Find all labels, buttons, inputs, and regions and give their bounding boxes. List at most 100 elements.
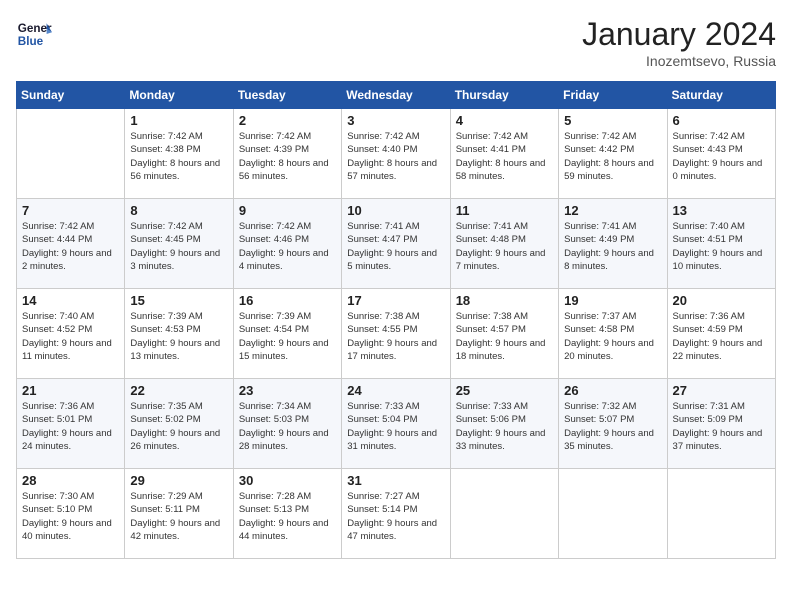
week-row-1: 1Sunrise: 7:42 AMSunset: 4:38 PMDaylight… [17, 109, 776, 199]
day-number: 12 [564, 203, 661, 218]
day-cell: 13 Sunrise: 7:40 AMSunset: 4:51 PMDayligh… [667, 199, 775, 289]
daylight-label: Daylight: 9 hours and 26 minutes. [130, 428, 220, 452]
daylight-label: Daylight: 9 hours and 28 minutes. [239, 428, 329, 452]
day-cell [450, 469, 558, 559]
sunrise-text: Sunrise: 7:33 AM [456, 401, 528, 412]
day-number: 19 [564, 293, 661, 308]
daylight-label: Daylight: 9 hours and 24 minutes. [22, 428, 112, 452]
day-cell: 31Sunrise: 7:27 AMSunset: 5:14 PMDayligh… [342, 469, 450, 559]
sunset-text: Sunset: 4:54 PM [239, 324, 309, 335]
sunrise-text: Sunrise: 7:41 AM [456, 221, 528, 232]
sunset-text: Sunset: 4:52 PM [22, 324, 92, 335]
day-cell: 30 Sunrise: 7:28 AMSunset: 5:13 PMDayligh… [233, 469, 341, 559]
week-row-2: 7 Sunrise: 7:42 AM Sunset: 4:44 PM Daylight… [17, 199, 776, 289]
sunrise-text: Sunrise: 7:29 AM [130, 491, 202, 502]
sunrise-text: Sunrise: 7:38 AM [456, 311, 528, 322]
day-number: 30 [239, 473, 336, 488]
logo: General Blue [16, 16, 52, 52]
week-row-5: 28Sunrise: 7:30 AMSunset: 5:10 PMDayligh… [17, 469, 776, 559]
day-info: Sunrise: 7:38 AMSunset: 4:57 PMDaylight:… [456, 310, 553, 363]
day-info: Sunrise: 7:42 AMSunset: 4:46 PMDaylight:… [239, 220, 336, 273]
day-info: Sunrise: 7:38 AMSunset: 4:55 PMDaylight:… [347, 310, 444, 363]
day-number: 18 [456, 293, 553, 308]
day-info: Sunrise: 7:42 AMSunset: 4:39 PMDaylight:… [239, 130, 336, 183]
daylight-label: Daylight: 9 hours and 7 minutes. [456, 248, 546, 272]
day-info: Sunrise: 7:36 AMSunset: 5:01 PMDaylight:… [22, 400, 119, 453]
day-cell: 24Sunrise: 7:33 AMSunset: 5:04 PMDayligh… [342, 379, 450, 469]
sunset-text: Sunset: 5:04 PM [347, 414, 417, 425]
daylight-label: Daylight: 9 hours and 31 minutes. [347, 428, 437, 452]
day-cell: 6 Sunrise: 7:42 AMSunset: 4:43 PMDaylight… [667, 109, 775, 199]
sunrise-text: Sunrise: 7:34 AM [239, 401, 311, 412]
week-row-4: 21Sunrise: 7:36 AMSunset: 5:01 PMDayligh… [17, 379, 776, 469]
day-info: Sunrise: 7:34 AMSunset: 5:03 PMDaylight:… [239, 400, 336, 453]
sunrise-text: Sunrise: 7:39 AM [130, 311, 202, 322]
sunrise-text: Sunrise: 7:31 AM [673, 401, 745, 412]
calendar-table: SundayMondayTuesdayWednesdayThursdayFrid… [16, 81, 776, 559]
daylight-label: Daylight: 8 hours and 56 minutes. [239, 158, 329, 182]
day-info: Sunrise: 7:40 AMSunset: 4:51 PMDaylight:… [673, 220, 770, 273]
day-cell: 20Sunrise: 7:36 AMSunset: 4:59 PMDayligh… [667, 289, 775, 379]
daylight-label: Daylight: 9 hours and 15 minutes. [239, 338, 329, 362]
sunrise-text: Sunrise: 7:42 AM [22, 221, 94, 232]
daylight-label: Daylight: 9 hours and 4 minutes. [239, 248, 329, 272]
day-number: 14 [22, 293, 119, 308]
sunrise-text: Sunrise: 7:42 AM [130, 221, 202, 232]
day-number: 22 [130, 383, 227, 398]
day-number: 2 [239, 113, 336, 128]
sunrise-text: Sunrise: 7:39 AM [239, 311, 311, 322]
sunrise-text: Sunrise: 7:40 AM [22, 311, 94, 322]
day-number: 7 [22, 203, 119, 218]
day-info: Sunrise: 7:28 AMSunset: 5:13 PMDaylight:… [239, 490, 336, 543]
weekday-header-tuesday: Tuesday [233, 82, 341, 109]
daylight-label: Daylight: 9 hours and 8 minutes. [564, 248, 654, 272]
day-number: 6 [673, 113, 770, 128]
day-info: Sunrise: 7:39 AMSunset: 4:53 PMDaylight:… [130, 310, 227, 363]
day-cell: 12 Sunrise: 7:41 AM Sunset: 4:49 PM Dayligh… [559, 199, 667, 289]
day-cell: 22 Sunrise: 7:35 AMSunset: 5:02 PMDayligh… [125, 379, 233, 469]
sunrise-text: Sunrise: 7:41 AM [347, 221, 419, 232]
day-cell: 26Sunrise: 7:32 AMSunset: 5:07 PMDayligh… [559, 379, 667, 469]
sunset-text: Sunset: 4:51 PM [673, 234, 743, 245]
sunset-text: Sunset: 4:59 PM [673, 324, 743, 335]
sunset-text: Sunset: 4:39 PM [239, 144, 309, 155]
day-number: 28 [22, 473, 119, 488]
day-cell: 18 Sunrise: 7:38 AMSunset: 4:57 PMDayligh… [450, 289, 558, 379]
day-cell [559, 469, 667, 559]
sunrise-text: Sunrise: 7:42 AM [130, 131, 202, 142]
sunset-text: Sunset: 4:47 PM [347, 234, 417, 245]
day-info: Sunrise: 7:42 AMSunset: 4:45 PMDaylight:… [130, 220, 227, 273]
day-number: 29 [130, 473, 227, 488]
sunset-text: Sunset: 4:44 PM [22, 234, 92, 245]
daylight-label: Daylight: 9 hours and 11 minutes. [22, 338, 112, 362]
location: Inozemtsevo, Russia [582, 53, 776, 69]
day-cell: 14 Sunrise: 7:40 AM Sunset: 4:52 PM Dayligh… [17, 289, 125, 379]
sunset-text: Sunset: 4:49 PM [564, 234, 634, 245]
sunset-text: Sunset: 5:10 PM [22, 504, 92, 515]
day-number: 13 [673, 203, 770, 218]
day-cell: 9Sunrise: 7:42 AMSunset: 4:46 PMDaylight… [233, 199, 341, 289]
day-number: 26 [564, 383, 661, 398]
sunset-text: Sunset: 4:58 PM [564, 324, 634, 335]
sunset-text: Sunset: 4:41 PM [456, 144, 526, 155]
sunrise-text: Sunrise: 7:42 AM [239, 221, 311, 232]
daylight-label: Daylight: 9 hours and 37 minutes. [673, 428, 763, 452]
daylight-label: Daylight: 9 hours and 13 minutes. [130, 338, 220, 362]
day-info: Sunrise: 7:42 AMSunset: 4:41 PMDaylight:… [456, 130, 553, 183]
sunrise-text: Sunrise: 7:41 AM [564, 221, 636, 232]
day-number: 24 [347, 383, 444, 398]
day-cell [667, 469, 775, 559]
daylight-label: Daylight: 9 hours and 22 minutes. [673, 338, 763, 362]
sunrise-text: Sunrise: 7:36 AM [22, 401, 94, 412]
sunrise-text: Sunrise: 7:27 AM [347, 491, 419, 502]
daylight-label: Daylight: 8 hours and 57 minutes. [347, 158, 437, 182]
daylight-label: Daylight: 9 hours and 47 minutes. [347, 518, 437, 542]
sunset-text: Sunset: 4:38 PM [130, 144, 200, 155]
day-cell: 25Sunrise: 7:33 AMSunset: 5:06 PMDayligh… [450, 379, 558, 469]
day-info: Sunrise: 7:35 AMSunset: 5:02 PMDaylight:… [130, 400, 227, 453]
day-info: Sunrise: 7:29 AMSunset: 5:11 PMDaylight:… [130, 490, 227, 543]
day-info: Sunrise: 7:42 AMSunset: 4:43 PMDaylight:… [673, 130, 770, 183]
day-cell: 5Sunrise: 7:42 AMSunset: 4:42 PMDaylight… [559, 109, 667, 199]
day-number: 11 [456, 203, 553, 218]
daylight-label: Daylight: 9 hours and 2 minutes. [22, 248, 112, 272]
